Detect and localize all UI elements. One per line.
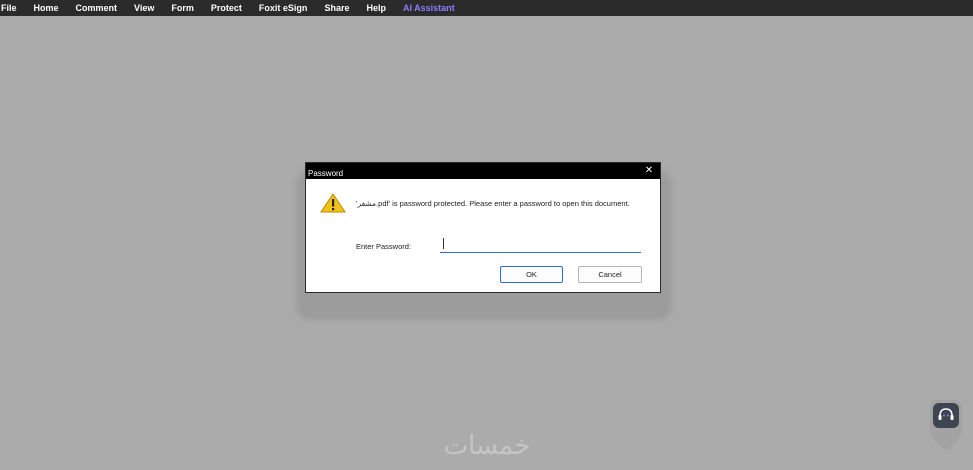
menu-protect[interactable]: Protect — [211, 0, 242, 16]
menu-form[interactable]: Form — [171, 0, 194, 16]
menu-foxit-esign[interactable]: Foxit eSign — [259, 0, 308, 16]
cancel-button[interactable]: Cancel — [578, 266, 642, 283]
menu-file[interactable]: File — [1, 0, 17, 16]
menu-share[interactable]: Share — [324, 0, 349, 16]
warning-icon — [320, 193, 346, 213]
menu-comment[interactable]: Comment — [76, 0, 118, 16]
ok-button[interactable]: OK — [500, 266, 563, 283]
assistant-button[interactable] — [933, 403, 959, 428]
assistant-icon — [938, 408, 954, 420]
dialog-message: 'مشفر.pdf' is password protected. Please… — [356, 199, 630, 208]
menu-bar: File Home Comment View Form Protect Foxi… — [0, 0, 973, 16]
text-caret — [443, 238, 444, 249]
dialog-title: Password — [308, 169, 344, 178]
close-icon[interactable]: ✕ — [643, 163, 655, 179]
menu-view[interactable]: View — [134, 0, 154, 16]
password-dialog: Password ✕ 'مشفر.pdf' is password protec… — [305, 162, 661, 293]
menu-home[interactable]: Home — [34, 0, 59, 16]
dialog-titlebar: Password ✕ — [306, 163, 660, 179]
password-input[interactable] — [440, 236, 641, 253]
password-label: Enter Password: — [356, 242, 412, 251]
watermark-logo: خمسات — [443, 431, 531, 461]
menu-ai-assistant[interactable]: AI Assistant — [403, 0, 455, 16]
menu-help[interactable]: Help — [366, 0, 386, 16]
